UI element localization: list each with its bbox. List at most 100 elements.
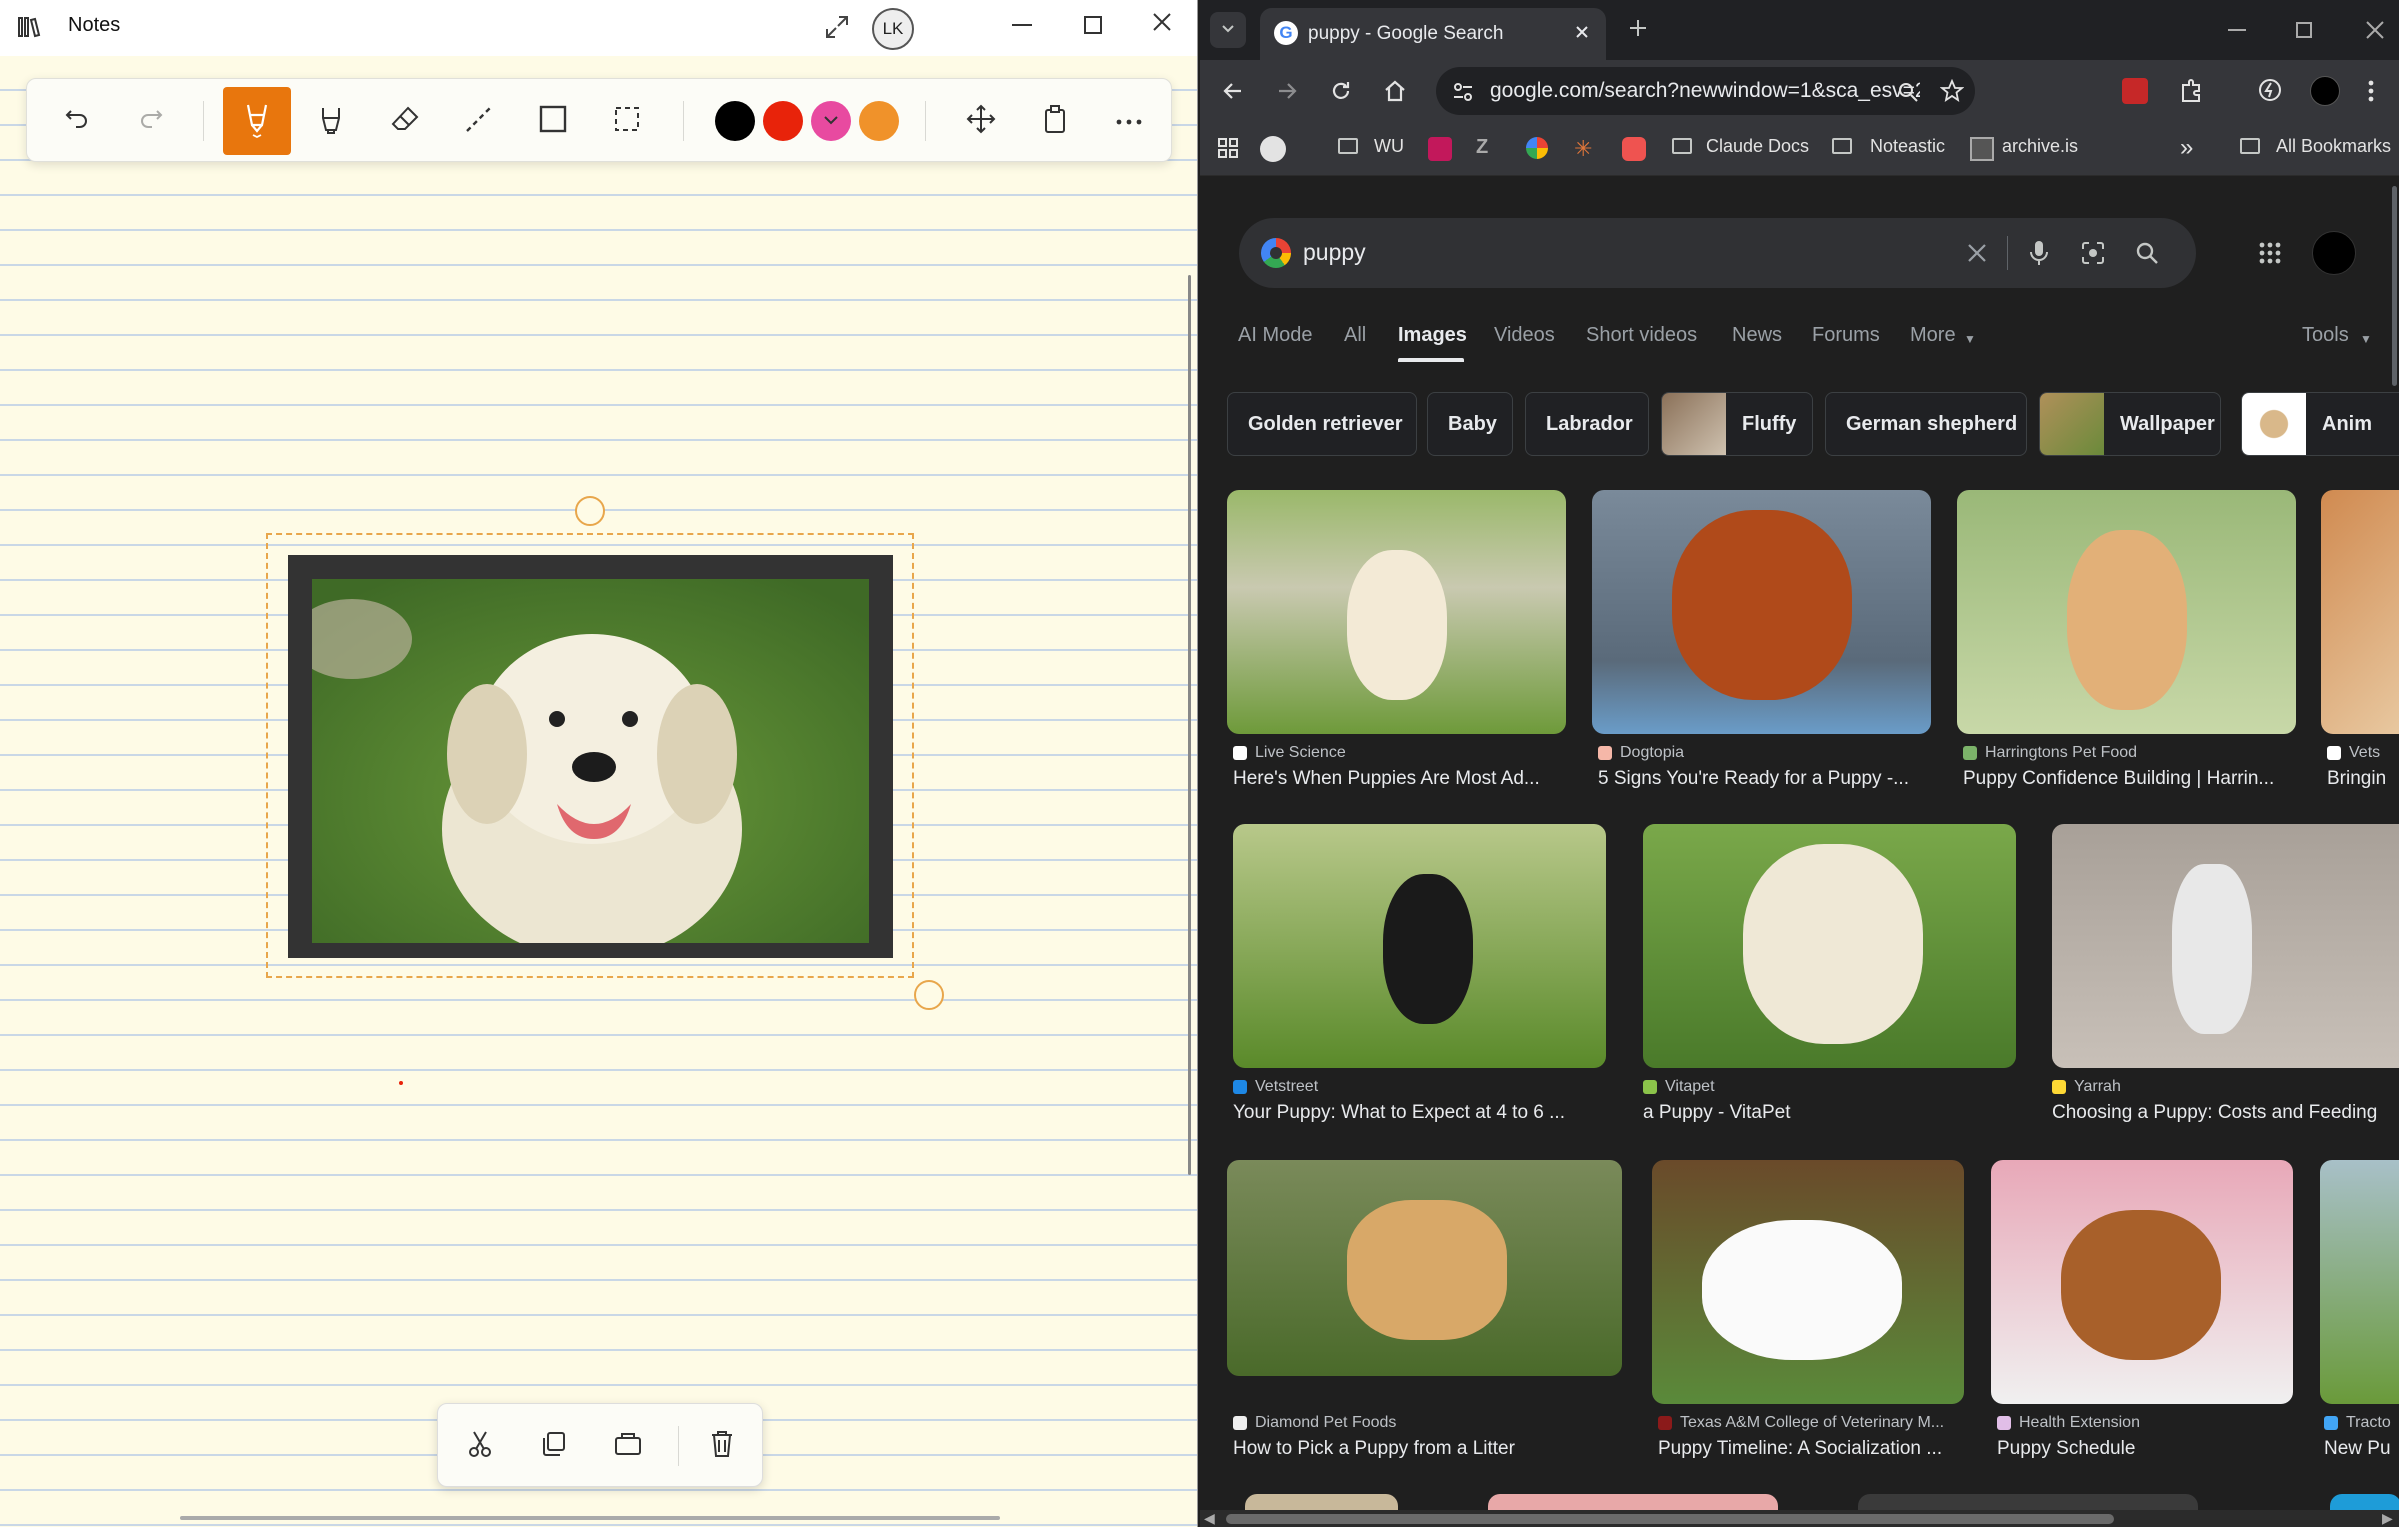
- result-title-1[interactable]: Here's When Puppies Are Most Ad...: [1233, 768, 1563, 790]
- chip-animated[interactable]: Anim: [2241, 392, 2399, 456]
- minimize-button[interactable]: [1012, 24, 1032, 26]
- home-icon[interactable]: [1382, 78, 1408, 104]
- tools-menu[interactable]: Tools: [2302, 324, 2349, 347]
- result-title-3[interactable]: Puppy Confidence Building | Harrin...: [1963, 768, 2293, 790]
- chip-baby[interactable]: Baby: [1427, 392, 1513, 456]
- horizontal-scroll-thumb[interactable]: [1226, 1514, 2114, 1524]
- zoom-icon[interactable]: [1896, 80, 1920, 104]
- chip-wallpaper[interactable]: Wallpaper: [2039, 392, 2221, 456]
- result-source-6[interactable]: Vitapet: [1643, 1078, 1715, 1096]
- scroll-left-icon[interactable]: ◀: [1204, 1510, 1215, 1527]
- result-image-6[interactable]: [1643, 824, 2016, 1068]
- tab-search-button[interactable]: [1210, 12, 1246, 48]
- result-title-4[interactable]: Bringin: [2327, 768, 2399, 790]
- rotate-handle[interactable]: [575, 496, 605, 526]
- tab-news[interactable]: News: [1732, 324, 1782, 347]
- tab-videos[interactable]: Videos: [1494, 324, 1555, 347]
- search-icon[interactable]: [2133, 239, 2161, 267]
- result-source-10[interactable]: Health Extension: [1997, 1414, 2140, 1432]
- lasso-select-button[interactable]: [593, 87, 661, 155]
- microphone-icon[interactable]: [2027, 239, 2051, 267]
- chip-golden-retriever[interactable]: Golden retriever: [1227, 392, 1417, 456]
- result-source-8[interactable]: Diamond Pet Foods: [1233, 1414, 1396, 1432]
- result-image-3[interactable]: [1957, 490, 2296, 734]
- color-red-swatch[interactable]: [763, 101, 803, 141]
- claude-sun-icon[interactable]: ✳: [1574, 136, 1592, 162]
- chip-labrador[interactable]: Labrador: [1525, 392, 1649, 456]
- color-black-swatch[interactable]: [715, 101, 755, 141]
- app-bookmark-icon[interactable]: [1622, 137, 1646, 161]
- result-source-2[interactable]: Dogtopia: [1598, 744, 1684, 762]
- redo-button[interactable]: [117, 87, 185, 155]
- result-source-1[interactable]: Live Science: [1233, 744, 1346, 762]
- scroll-right-icon[interactable]: ▶: [2382, 1510, 2393, 1527]
- extensions-icon[interactable]: [2178, 76, 2206, 104]
- tab-short-videos[interactable]: Short videos: [1586, 324, 1697, 347]
- google-drive-icon[interactable]: [1526, 137, 1548, 159]
- paste-button[interactable]: [594, 1412, 662, 1480]
- pasted-image[interactable]: [288, 555, 893, 958]
- site-settings-icon[interactable]: [1452, 81, 1474, 103]
- clear-search-icon[interactable]: [1965, 241, 1989, 265]
- apps-grid-icon[interactable]: [1216, 136, 1240, 160]
- result-title-5[interactable]: Your Puppy: What to Expect at 4 to 6 ...: [1233, 1102, 1603, 1124]
- result-image-5[interactable]: [1233, 824, 1606, 1068]
- tab-all[interactable]: All: [1344, 324, 1366, 347]
- cut-button[interactable]: [446, 1412, 514, 1480]
- minimize-button[interactable]: [2228, 29, 2246, 31]
- performance-icon[interactable]: [2256, 76, 2284, 104]
- bookmark-claude-docs[interactable]: Claude Docs: [1706, 136, 1809, 157]
- shape-tool-button[interactable]: [519, 87, 587, 155]
- copy-button[interactable]: [520, 1412, 588, 1480]
- eraser-tool-button[interactable]: [371, 87, 439, 155]
- page-scrollbar[interactable]: [2392, 186, 2397, 386]
- result-title-11[interactable]: New Pu: [2324, 1438, 2399, 1460]
- github-icon[interactable]: [1260, 136, 1286, 162]
- lens-icon[interactable]: [2079, 239, 2107, 267]
- tab-more[interactable]: More: [1910, 324, 1956, 347]
- result-title-6[interactable]: a Puppy - VitaPet: [1643, 1102, 2013, 1124]
- back-icon[interactable]: [1220, 78, 1246, 104]
- bookmark-star-icon[interactable]: [1940, 79, 1964, 103]
- close-button[interactable]: [1150, 10, 1174, 39]
- result-image-11[interactable]: [2320, 1160, 2399, 1404]
- close-tab-icon[interactable]: [1572, 22, 1592, 47]
- expand-icon[interactable]: [824, 14, 850, 45]
- color-pink-swatch[interactable]: [811, 101, 851, 141]
- result-source-7[interactable]: Yarrah: [2052, 1078, 2121, 1096]
- tab-ai-mode[interactable]: AI Mode: [1238, 324, 1312, 347]
- seo-extension-icon[interactable]: [2122, 78, 2148, 104]
- maximize-button[interactable]: [2296, 22, 2312, 38]
- maximize-button[interactable]: [1084, 16, 1102, 34]
- new-tab-icon[interactable]: [1628, 18, 1648, 43]
- move-tool-button[interactable]: [947, 87, 1015, 155]
- google-apps-icon[interactable]: [2256, 239, 2284, 267]
- z-bookmark-icon[interactable]: Z: [1476, 136, 1488, 159]
- account-avatar[interactable]: [2312, 231, 2356, 275]
- result-image-4[interactable]: [2321, 490, 2399, 734]
- tab-images[interactable]: Images: [1398, 324, 1467, 347]
- highlighter-tool-button[interactable]: [297, 87, 365, 155]
- more-options-button[interactable]: [1095, 87, 1163, 155]
- result-source-9[interactable]: Texas A&M College of Veterinary M...: [1658, 1414, 1944, 1432]
- result-image-1[interactable]: [1227, 490, 1566, 734]
- pen-tool-button[interactable]: [223, 87, 291, 155]
- chip-german-shepherd[interactable]: German shepherd: [1825, 392, 2027, 456]
- result-image-7[interactable]: [2052, 824, 2399, 1068]
- result-source-5[interactable]: Vetstreet: [1233, 1078, 1318, 1096]
- result-title-8[interactable]: How to Pick a Puppy from a Litter: [1233, 1438, 1623, 1460]
- st-bookmark-icon[interactable]: [1428, 137, 1452, 161]
- result-image-10[interactable]: [1991, 1160, 2293, 1404]
- result-title-10[interactable]: Puppy Schedule: [1997, 1438, 2297, 1460]
- menu-kebab-icon[interactable]: [2366, 78, 2376, 104]
- more-bookmarks-icon[interactable]: »: [2180, 134, 2193, 162]
- reload-icon[interactable]: [1328, 78, 1354, 104]
- result-source-11[interactable]: Tracto: [2324, 1414, 2391, 1432]
- result-image-9[interactable]: [1652, 1160, 1964, 1404]
- tab-forums[interactable]: Forums: [1812, 324, 1880, 347]
- avatar[interactable]: LK: [872, 8, 914, 50]
- result-title-7[interactable]: Choosing a Puppy: Costs and Feeding: [2052, 1102, 2399, 1124]
- result-image-2[interactable]: [1592, 490, 1931, 734]
- chip-fluffy[interactable]: Fluffy: [1661, 392, 1813, 456]
- line-tool-button[interactable]: [445, 87, 513, 155]
